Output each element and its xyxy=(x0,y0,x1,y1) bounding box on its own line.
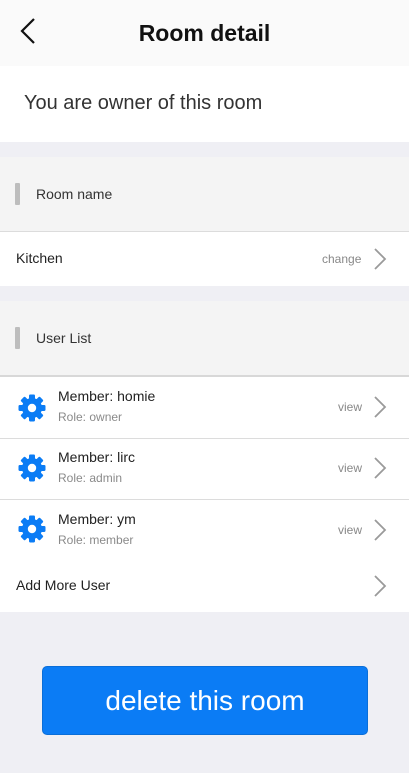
view-member-link[interactable]: view xyxy=(338,461,362,475)
add-more-user-label: Add More User xyxy=(16,577,111,593)
gear-icon xyxy=(18,515,46,543)
owner-banner: You are owner of this room xyxy=(0,66,409,142)
member-name: Member: lirc xyxy=(58,449,136,465)
room-name-row[interactable]: Kitchen change xyxy=(0,232,409,286)
room-name-section-title: Room name xyxy=(36,186,113,202)
chevron-right-icon[interactable] xyxy=(372,574,388,598)
change-room-name-link[interactable]: change xyxy=(322,252,361,266)
gear-icon xyxy=(18,394,46,422)
header-bar: Room detail xyxy=(0,0,409,66)
member-row-lirc[interactable]: Member: lirc Role: admin view xyxy=(0,439,409,499)
chevron-right-icon[interactable] xyxy=(372,518,388,542)
owner-status-text: You are owner of this room xyxy=(24,92,263,114)
section-marker xyxy=(15,183,20,205)
chevron-right-icon[interactable] xyxy=(372,456,388,480)
gear-icon xyxy=(18,454,46,482)
member-role: Role: member xyxy=(58,533,134,547)
user-list-section-title: User List xyxy=(36,330,92,346)
section-marker xyxy=(15,327,20,349)
member-row-ym[interactable]: Member: ym Role: member view xyxy=(0,500,409,560)
page-title: Room detail xyxy=(138,20,271,46)
view-member-link[interactable]: view xyxy=(338,523,362,537)
view-member-link[interactable]: view xyxy=(338,400,362,414)
room-name-value: Kitchen xyxy=(16,250,63,266)
user-list-section-header: User List xyxy=(0,301,409,375)
delete-room-button[interactable]: delete this room xyxy=(42,666,368,735)
member-name: Member: homie xyxy=(58,388,156,404)
chevron-right-icon[interactable] xyxy=(372,247,388,271)
member-name: Member: ym xyxy=(58,511,136,527)
chevron-right-icon[interactable] xyxy=(372,395,388,419)
add-more-user-row[interactable]: Add More User xyxy=(0,560,409,612)
member-row-homie[interactable]: Member: homie Role: owner view xyxy=(0,377,409,438)
room-name-section-header: Room name xyxy=(0,157,409,231)
member-role: Role: owner xyxy=(58,410,123,424)
member-role: Role: admin xyxy=(58,471,123,485)
